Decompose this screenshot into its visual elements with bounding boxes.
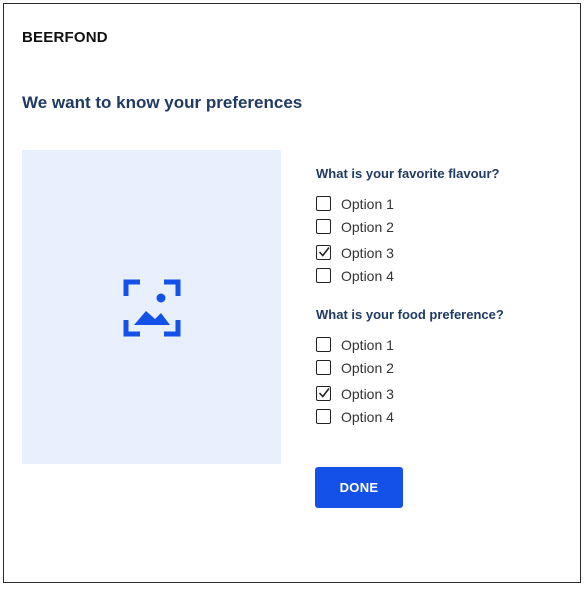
option-row[interactable]: Option 4 [316, 264, 499, 287]
option-row[interactable]: Option 3 [316, 241, 499, 264]
option-row[interactable]: Option 1 [316, 333, 504, 356]
image-icon [123, 279, 181, 337]
checkbox[interactable] [316, 409, 331, 424]
question-group-food: What is your food preference? Option 1 O… [316, 307, 504, 428]
option-row[interactable]: Option 1 [316, 192, 499, 215]
image-placeholder [22, 150, 281, 464]
question-label: What is your food preference? [316, 307, 504, 322]
checkbox-checked[interactable] [316, 386, 331, 401]
option-row[interactable]: Option 2 [316, 356, 504, 379]
option-label: Option 2 [341, 359, 394, 376]
question-group-flavour: What is your favorite flavour? Option 1 … [316, 166, 499, 287]
option-label: Option 3 [341, 244, 394, 261]
page-frame: BEERFOND We want to know your preference… [3, 3, 581, 583]
question-label: What is your favorite flavour? [316, 166, 500, 181]
option-label: Option 1 [341, 336, 394, 353]
brand-logo: BEERFOND [22, 29, 108, 46]
option-label: Option 2 [341, 218, 394, 235]
option-label: Option 4 [341, 408, 394, 425]
option-label: Option 3 [341, 385, 394, 402]
done-button[interactable]: DONE [315, 467, 403, 508]
option-label: Option 1 [341, 195, 394, 212]
checkbox[interactable] [316, 337, 331, 352]
checkbox[interactable] [316, 268, 331, 283]
page-title: We want to know your preferences [22, 93, 303, 112]
checkbox[interactable] [316, 196, 331, 211]
option-row[interactable]: Option 2 [316, 215, 499, 238]
option-label: Option 4 [341, 267, 394, 284]
checkbox-checked[interactable] [316, 245, 331, 260]
checkbox[interactable] [316, 360, 331, 375]
option-row[interactable]: Option 4 [316, 405, 504, 428]
option-row[interactable]: Option 3 [316, 382, 504, 405]
check-icon [318, 388, 330, 398]
checkbox[interactable] [316, 219, 331, 234]
check-icon [318, 247, 330, 257]
